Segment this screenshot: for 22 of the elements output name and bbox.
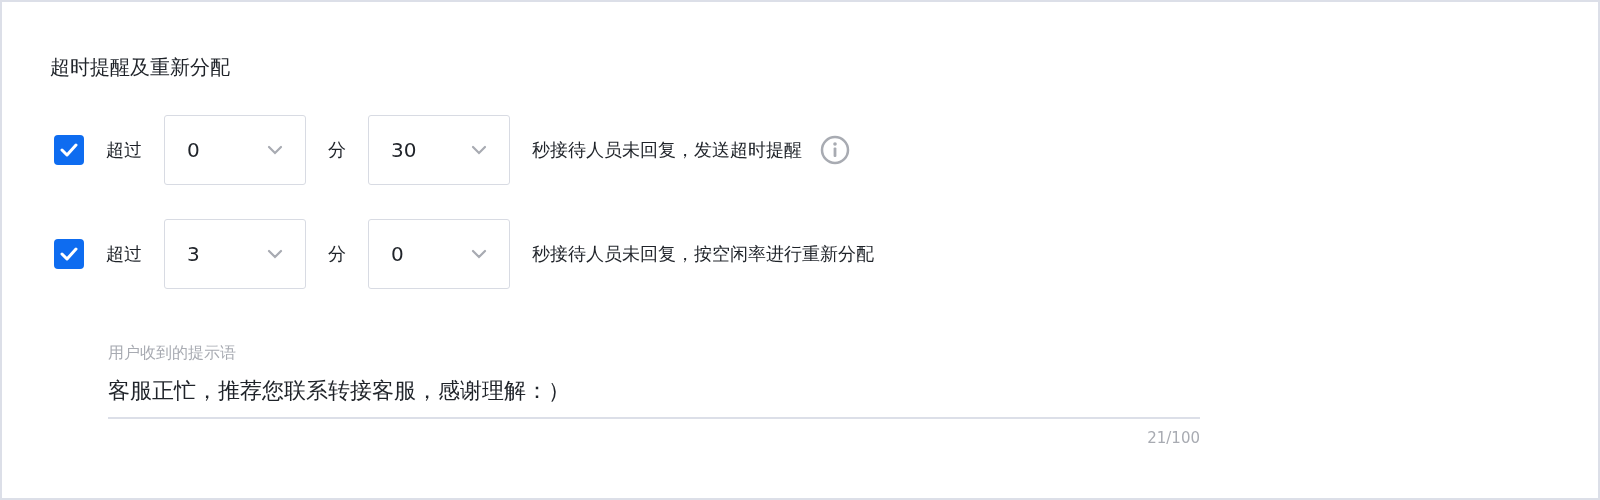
unit-label: 分 [328, 242, 346, 266]
rule-description: 秒接待人员未回复，按空闲率进行重新分配 [532, 242, 874, 266]
character-counter: 21/100 [1147, 429, 1200, 447]
checkbox[interactable] [54, 239, 84, 269]
rule-label: 超过 [106, 138, 142, 162]
message-field[interactable]: 客服正忙，推荐您联系转接客服，感谢理解：） [108, 378, 1200, 419]
seconds-select[interactable]: 30 [368, 115, 510, 185]
chevron-down-icon [267, 145, 283, 155]
minutes-select[interactable]: 0 [164, 115, 306, 185]
minutes-select[interactable]: 3 [164, 219, 306, 289]
chevron-down-icon [471, 249, 487, 259]
unit-label: 分 [328, 138, 346, 162]
checkmark-icon [60, 247, 78, 261]
chevron-down-icon [267, 249, 283, 259]
chevron-down-icon [471, 145, 487, 155]
field-label: 用户收到的提示语 [108, 343, 237, 364]
rule-description: 秒接待人员未回复，发送超时提醒 [532, 138, 802, 162]
section-title: 超时提醒及重新分配 [50, 54, 231, 81]
checkmark-icon [60, 143, 78, 157]
checkbox[interactable] [54, 135, 84, 165]
seconds-select[interactable]: 0 [368, 219, 510, 289]
rule-label: 超过 [106, 242, 142, 266]
